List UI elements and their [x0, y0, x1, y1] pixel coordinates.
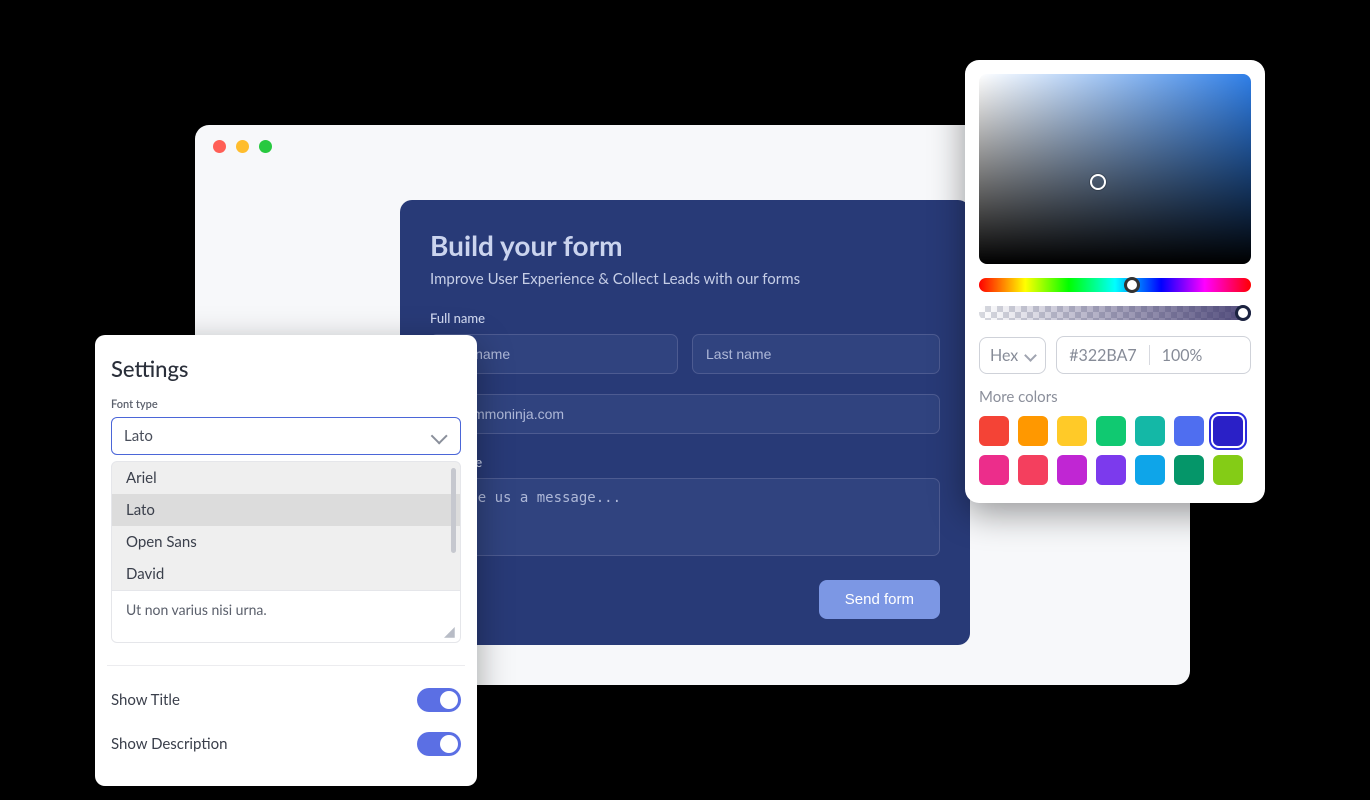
font-option[interactable]: Lato — [112, 494, 460, 526]
color-swatch[interactable] — [979, 416, 1009, 446]
resize-handle-icon[interactable]: ◢ — [444, 626, 456, 638]
last-name-input[interactable] — [692, 334, 940, 374]
settings-title: Settings — [111, 355, 461, 382]
font-dropdown: Ariel Lato Open Sans David Ut non varius… — [111, 461, 461, 643]
color-swatch[interactable] — [1135, 416, 1165, 446]
color-value-box[interactable]: #322BA7 100% — [1056, 336, 1251, 374]
alpha-value: 100% — [1162, 346, 1203, 365]
font-type-label: Font type — [111, 398, 461, 411]
color-swatch[interactable] — [979, 455, 1009, 485]
chevron-down-icon — [1024, 349, 1037, 362]
more-colors-label: More colors — [979, 388, 1251, 406]
window-minimize-dot[interactable] — [236, 140, 249, 153]
alpha-thumb[interactable] — [1235, 305, 1251, 321]
hex-value: #322BA7 — [1069, 346, 1136, 365]
color-swatch[interactable] — [1057, 455, 1087, 485]
message-label: Message — [432, 454, 940, 470]
show-title-toggle[interactable] — [417, 688, 461, 712]
value-separator — [1149, 345, 1150, 365]
font-option[interactable]: Open Sans — [112, 526, 460, 558]
show-description-row: Show Description — [111, 722, 461, 766]
message-group: Message — [430, 454, 940, 560]
show-title-row: Show Title — [111, 678, 461, 722]
show-description-label: Show Description — [111, 735, 227, 753]
dropdown-scrollbar[interactable] — [451, 468, 456, 553]
hue-slider[interactable] — [979, 278, 1251, 292]
swatch-grid — [979, 416, 1251, 485]
email-group — [430, 394, 940, 434]
form-card: Build your form Improve User Experience … — [400, 200, 970, 645]
hue-thumb[interactable] — [1124, 277, 1140, 293]
email-input[interactable] — [430, 394, 940, 434]
color-swatch[interactable] — [1018, 455, 1048, 485]
alpha-slider[interactable] — [979, 306, 1251, 320]
font-option[interactable]: David — [112, 558, 460, 590]
color-swatch[interactable] — [1096, 455, 1126, 485]
color-swatch[interactable] — [1057, 416, 1087, 446]
fullname-group: Full name — [430, 310, 940, 374]
form-subtitle: Improve User Experience & Collect Leads … — [430, 270, 940, 288]
color-swatch[interactable] — [1213, 455, 1243, 485]
chevron-down-icon — [431, 428, 448, 445]
color-swatch[interactable] — [1018, 416, 1048, 446]
color-format-select[interactable]: Hex — [979, 337, 1046, 374]
color-format-label: Hex — [990, 346, 1018, 365]
window-close-dot[interactable] — [213, 140, 226, 153]
show-title-label: Show Title — [111, 691, 180, 709]
divider — [107, 665, 465, 666]
color-swatch[interactable] — [1174, 416, 1204, 446]
font-type-select[interactable]: Lato — [111, 417, 461, 455]
color-swatch[interactable] — [1174, 455, 1204, 485]
font-type-selected: Lato — [124, 427, 153, 445]
color-swatch[interactable] — [1096, 416, 1126, 446]
color-swatch[interactable] — [1213, 416, 1243, 446]
show-description-toggle[interactable] — [417, 732, 461, 756]
color-picker-panel: Hex #322BA7 100% More colors — [965, 60, 1265, 503]
form-title: Build your form — [430, 228, 940, 262]
window-maximize-dot[interactable] — [259, 140, 272, 153]
message-textarea[interactable] — [430, 478, 940, 556]
font-option[interactable]: Ariel — [112, 462, 460, 494]
sv-thumb[interactable] — [1090, 174, 1106, 190]
color-swatch[interactable] — [1135, 455, 1165, 485]
fullname-label: Full name — [430, 310, 940, 326]
saturation-value-field[interactable] — [979, 74, 1251, 264]
settings-panel: Settings Font type Lato Ariel Lato Open … — [95, 335, 477, 786]
dropdown-textarea-stub[interactable]: Ut non varius nisi urna. ◢ — [112, 590, 460, 642]
submit-button[interactable]: Send form — [819, 580, 940, 619]
